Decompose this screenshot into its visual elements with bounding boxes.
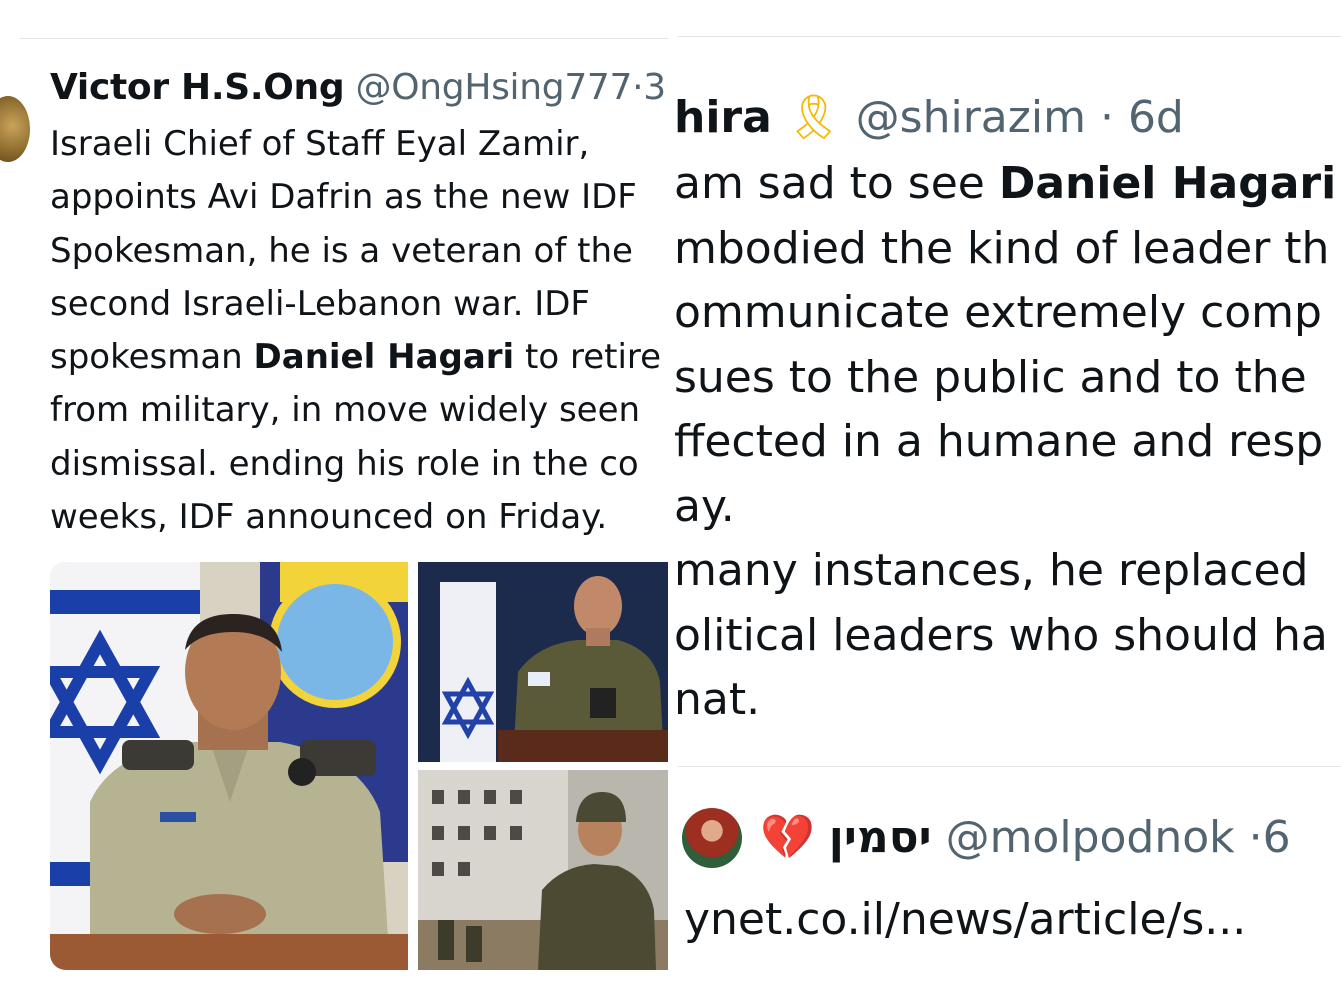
text-segment: appoints Avi Dafrin as the new IDF: [50, 177, 637, 218]
tweet-text-line: appoints Avi Dafrin as the new IDF: [50, 171, 668, 224]
yellow-ribbon-icon: 🎗: [785, 92, 842, 143]
tweet-header: 💔 יסמין @molpodnok ·6: [760, 810, 1291, 866]
tweet-text-line: spokesman Daniel Hagari to retire: [50, 331, 668, 384]
user-handle[interactable]: @shirazim: [856, 92, 1086, 143]
display-name[interactable]: יסמין: [829, 812, 932, 863]
tweet-text-line: many instances, he replaced: [674, 539, 1341, 604]
text-segment: from military, in move widely seen: [50, 390, 641, 431]
tweet-text-line: from military, in move widely seen: [50, 384, 668, 437]
tweet-text-line: ommunicate extremely comp: [674, 281, 1341, 346]
tweet-text-line: Israeli Chief of Staff Eyal Zamir,: [50, 118, 668, 171]
text-segment: many instances, he replaced: [674, 545, 1309, 596]
mention-name: Daniel Hagari: [998, 158, 1337, 209]
text-segment: sues to the public and to the: [674, 351, 1307, 403]
text-segment: ffected in a humane and resp: [674, 416, 1324, 467]
separator-dot: ·: [1248, 812, 1263, 863]
display-name[interactable]: Victor H.S.Ong: [50, 67, 345, 108]
tweet-text-line: ffected in a humane and resp: [674, 410, 1341, 475]
top-divider: [678, 36, 1341, 37]
tweet-text: am sad to see Daniel Hagari mbodied the k…: [674, 152, 1341, 733]
text-segment: Israeli Chief of Staff Eyal Zamir,: [50, 124, 590, 164]
avatar[interactable]: [0, 96, 30, 162]
tweet-image-spokesman-podium[interactable]: [418, 562, 668, 762]
left-screenshot-panel: Victor H.S.Ong @OngHsing777·3 Israeli Ch…: [0, 0, 668, 1007]
mention-name: Daniel Hagari: [253, 337, 515, 378]
tweet-text-line: am sad to see Daniel Hagari: [674, 152, 1341, 217]
text-segment: ommunicate extremely comp: [674, 287, 1322, 338]
tweet-text-line: sues to the public and to the: [674, 346, 1341, 411]
timestamp[interactable]: 3: [643, 67, 666, 108]
tweet-text-line: ay.: [674, 475, 1341, 540]
timestamp[interactable]: 6d: [1128, 92, 1184, 143]
tweet-header: hira 🎗 @shirazim · 6d: [674, 90, 1184, 146]
tweet-divider: [678, 766, 1341, 767]
text-segment: mbodied the kind of leader th: [674, 222, 1330, 274]
tweet-text: Israeli Chief of Staff Eyal Zamir, appoin…: [50, 118, 668, 544]
tweet-text-line: dismissal. ending his role in the co: [50, 438, 668, 491]
tweet-image-soldier-field[interactable]: [418, 770, 668, 970]
user-handle[interactable]: @OngHsing777: [356, 67, 633, 108]
tweet-media-grid: [50, 562, 668, 972]
top-divider: [20, 38, 668, 39]
display-name[interactable]: hira: [674, 92, 772, 143]
separator-dot: ·: [632, 67, 644, 108]
tweet-link[interactable]: ynet.co.il/news/article/s...: [684, 892, 1246, 948]
text-segment: ay.: [674, 480, 735, 532]
tweet-text-line: Spokesman, he is a veteran of the: [50, 225, 668, 278]
avatar[interactable]: [682, 808, 742, 868]
tweet-text-line: nat.: [674, 668, 1341, 733]
tweet-text-line: olitical leaders who should ha: [674, 604, 1341, 669]
user-handle[interactable]: @molpodnok: [946, 812, 1235, 863]
tweet-image-officer-portrait[interactable]: [50, 562, 408, 970]
broken-heart-icon: 💔: [760, 812, 815, 863]
soldier-illustration: [418, 770, 668, 970]
text-segment: weeks, IDF announced on Friday.: [50, 497, 608, 538]
text-segment: nat.: [674, 674, 761, 725]
right-screenshot-panel: hira 🎗 @shirazim · 6d am sad to see Dani…: [668, 0, 1341, 1007]
tweet-text-line: weeks, IDF announced on Friday.: [50, 491, 668, 544]
separator-dot: ·: [1099, 92, 1114, 143]
text-segment: to retire: [514, 337, 662, 378]
tweet-text-line: second Israeli-Lebanon war. IDF: [50, 278, 668, 331]
text-segment: olitical leaders who should ha: [674, 609, 1328, 661]
timestamp[interactable]: 6: [1263, 812, 1291, 863]
text-segment: dismissal. ending his role in the co: [50, 443, 639, 484]
tweet-header: Victor H.S.Ong @OngHsing777·3: [50, 64, 666, 112]
text-segment: second Israeli-Lebanon war. IDF: [50, 283, 590, 324]
officer-portrait-illustration: [50, 562, 408, 970]
tweet-text-line: mbodied the kind of leader th: [674, 217, 1341, 282]
text-segment: Spokesman, he is a veteran of the: [50, 230, 633, 271]
text-segment: am sad to see: [674, 158, 999, 209]
text-segment: spokesman: [50, 337, 254, 378]
spokesman-illustration: [418, 562, 668, 762]
